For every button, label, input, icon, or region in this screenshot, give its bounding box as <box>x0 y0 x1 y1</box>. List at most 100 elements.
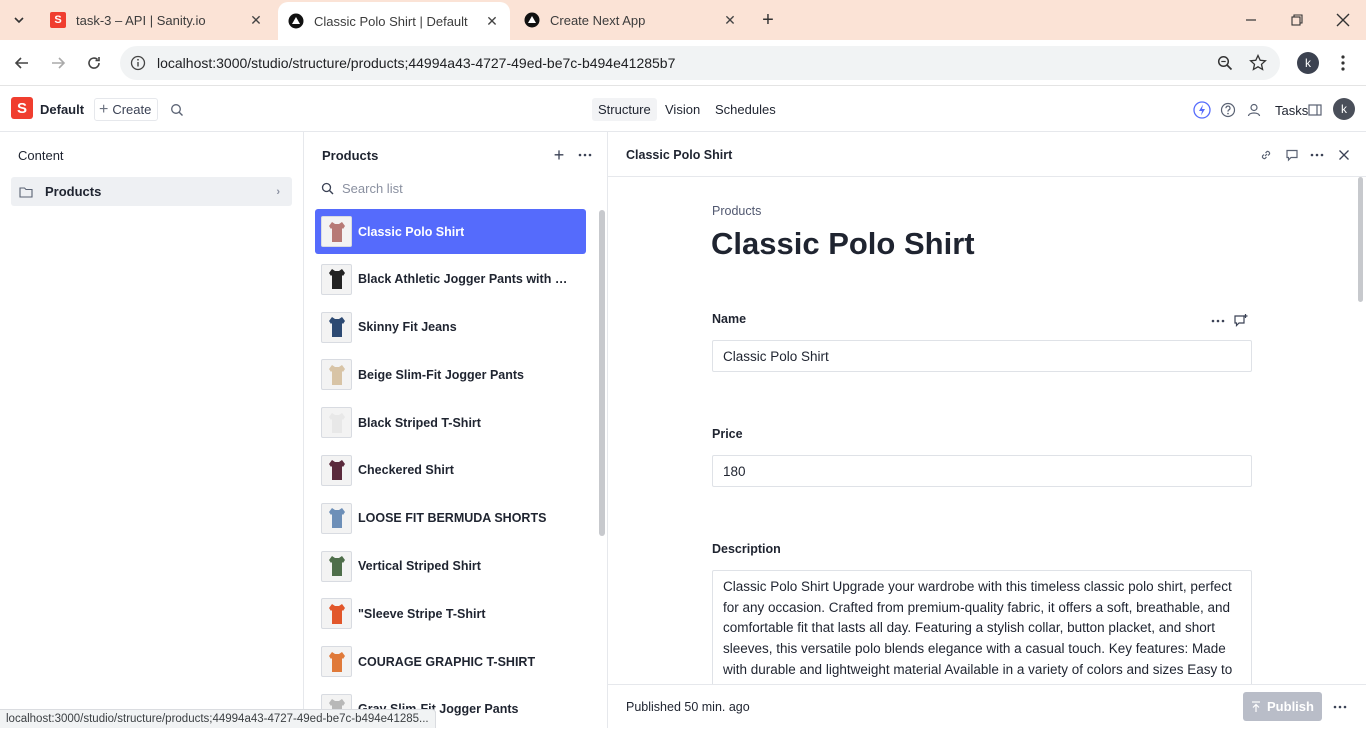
presence-icon[interactable] <box>1244 100 1264 120</box>
name-field[interactable]: Classic Polo Shirt <box>712 340 1252 372</box>
list-item[interactable]: COURAGE GRAPHIC T-SHIRT <box>315 639 586 684</box>
scrollbar[interactable] <box>1358 177 1363 302</box>
content-item-label: Products <box>45 184 102 199</box>
plus-icon: + <box>99 100 109 118</box>
list-item[interactable]: Beige Slim-Fit Jogger Pants <box>315 352 586 397</box>
browser-tab-next[interactable]: Create Next App ✕ <box>514 0 748 40</box>
scrollbar[interactable] <box>599 210 605 536</box>
description-field-label: Description <box>712 542 781 556</box>
breadcrumb[interactable]: Products <box>712 204 761 218</box>
user-avatar[interactable]: k <box>1333 98 1355 120</box>
help-icon[interactable] <box>1218 100 1238 120</box>
workspace-name[interactable]: Default <box>40 102 84 117</box>
close-window-icon[interactable] <box>1333 10 1353 30</box>
url-text: localhost:3000/studio/structure/products… <box>157 55 676 71</box>
restore-icon[interactable] <box>1287 10 1307 30</box>
browser-menu-icon[interactable] <box>1333 53 1353 73</box>
search-list-input[interactable]: Search list <box>318 176 598 200</box>
add-document-icon[interactable]: + <box>549 145 569 165</box>
close-tab-icon[interactable]: ✕ <box>482 11 502 31</box>
forward-icon[interactable] <box>46 51 70 75</box>
product-name: Skinny Fit Jeans <box>358 320 457 335</box>
product-name: "Sleeve Stripe T-Shirt <box>358 606 486 621</box>
document-title: Classic Polo Shirt <box>711 226 975 261</box>
tab-search-dropdown-icon[interactable] <box>9 10 29 30</box>
publish-status: Published 50 min. ago <box>626 700 750 714</box>
list-item[interactable]: "Sleeve Stripe T-Shirt <box>315 591 586 636</box>
reload-icon[interactable] <box>82 51 106 75</box>
url-bar[interactable]: localhost:3000/studio/structure/products… <box>120 46 1280 80</box>
browser-tab-strip: S task-3 – API | Sanity.io ✕ Classic Pol… <box>0 0 1366 40</box>
description-field[interactable]: Classic Polo Shirt Upgrade your wardrobe… <box>712 570 1252 684</box>
product-name: Checkered Shirt <box>358 463 454 478</box>
browser-profile-avatar[interactable]: k <box>1297 52 1319 74</box>
triangle-icon <box>288 13 304 29</box>
list-item[interactable]: Vertical Striped Shirt <box>315 544 586 589</box>
site-info-icon[interactable] <box>128 53 148 73</box>
content-item-products[interactable]: Products › <box>11 177 292 206</box>
tasks-label[interactable]: Tasks <box>1275 103 1308 118</box>
product-thumbnail <box>321 550 352 582</box>
search-icon[interactable] <box>167 100 187 120</box>
content-pane: Content Products › <box>0 132 304 728</box>
product-thumbnail <box>321 646 352 678</box>
sanity-logo[interactable]: S <box>11 97 33 119</box>
price-field[interactable]: 180 <box>712 455 1252 487</box>
product-name: Vertical Striped Shirt <box>358 559 481 574</box>
browser-tab-active[interactable]: Classic Polo Shirt | Default ✕ <box>278 2 510 40</box>
tool-vision[interactable]: Vision <box>659 98 706 121</box>
product-thumbnail <box>321 263 352 295</box>
minimize-icon[interactable] <box>1241 10 1261 30</box>
lightning-icon[interactable] <box>1192 100 1212 120</box>
list-item[interactable]: Classic Polo Shirt <box>315 209 586 254</box>
search-list-placeholder: Search list <box>342 180 403 196</box>
content-pane-title: Content <box>18 148 64 163</box>
bookmark-star-icon[interactable] <box>1248 53 1268 73</box>
document-header: Classic Polo Shirt <box>608 132 1366 177</box>
product-name: Beige Slim-Fit Jogger Pants <box>358 367 525 382</box>
product-thumbnail <box>321 502 352 534</box>
triangle-icon <box>524 12 540 28</box>
product-thumbnail <box>321 359 352 391</box>
footer-menu-icon[interactable] <box>1330 697 1350 717</box>
new-tab-icon[interactable]: + <box>758 9 778 31</box>
price-field-label: Price <box>712 427 743 441</box>
publish-icon <box>1251 700 1261 713</box>
create-button[interactable]: + Create <box>94 98 159 121</box>
close-pane-icon[interactable] <box>1334 145 1354 165</box>
pane-menu-icon[interactable] <box>575 145 595 165</box>
product-name: Black Striped T-Shirt <box>358 415 481 430</box>
tool-structure[interactable]: Structure <box>592 98 657 121</box>
publish-button[interactable]: Publish <box>1243 692 1322 721</box>
add-comment-icon[interactable] <box>1231 311 1251 331</box>
comment-icon[interactable] <box>1282 145 1302 165</box>
product-name: Classic Polo Shirt <box>358 224 465 239</box>
back-icon[interactable] <box>10 51 34 75</box>
product-thumbnail <box>321 311 352 343</box>
product-name: COURAGE GRAPHIC T-SHIRT <box>358 654 536 669</box>
publish-label: Publish <box>1267 699 1314 714</box>
search-icon <box>321 182 334 195</box>
list-item[interactable]: Black Striped T-Shirt <box>315 400 586 445</box>
field-menu-icon[interactable] <box>1208 311 1228 331</box>
close-tab-icon[interactable]: ✕ <box>246 10 266 30</box>
list-item[interactable]: Skinny Fit Jeans <box>315 305 586 350</box>
list-item[interactable]: LOOSE FIT BERMUDA SHORTS <box>315 496 586 541</box>
zoom-icon[interactable] <box>1215 53 1235 73</box>
sidebar-toggle-icon[interactable] <box>1305 100 1325 120</box>
document-menu-icon[interactable] <box>1307 145 1327 165</box>
products-list: Classic Polo Shirt Black Athletic Jogger … <box>315 209 586 735</box>
list-item[interactable]: Black Athletic Jogger Pants with Side... <box>315 257 586 302</box>
studio-navbar: S Default + Create Structure Vision Sche… <box>0 87 1366 132</box>
browser-address-bar: localhost:3000/studio/structure/products… <box>0 40 1366 86</box>
list-item[interactable]: Checkered Shirt <box>315 448 586 493</box>
close-tab-icon[interactable]: ✕ <box>720 10 740 30</box>
chevron-right-icon: › <box>276 185 280 198</box>
status-url: localhost:3000/studio/structure/products… <box>0 709 436 728</box>
create-label: Create <box>112 102 152 117</box>
tab-title: task-3 – API | Sanity.io <box>76 12 206 28</box>
link-icon[interactable] <box>1256 145 1276 165</box>
document-footer: Published 50 min. ago Publish <box>608 684 1366 728</box>
browser-tab-sanity[interactable]: S task-3 – API | Sanity.io ✕ <box>40 0 274 40</box>
tool-schedules[interactable]: Schedules <box>709 98 782 121</box>
